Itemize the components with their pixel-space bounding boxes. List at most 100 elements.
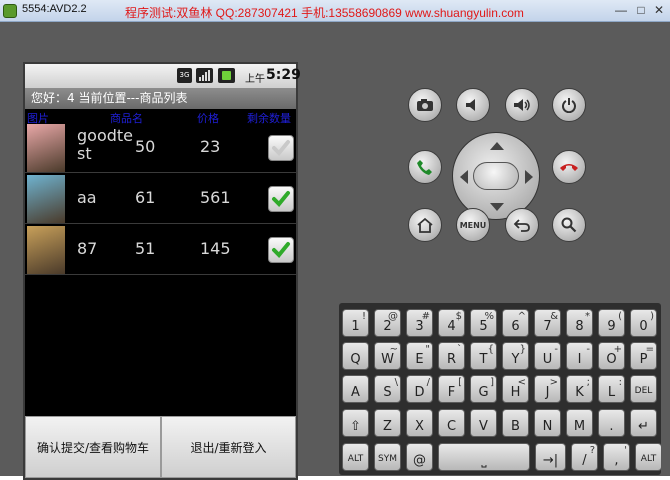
key-label: C: [446, 419, 457, 434]
key-l[interactable]: L:: [598, 375, 625, 403]
key-5[interactable]: 5%: [470, 309, 497, 337]
key-alt-label: ?: [589, 445, 595, 456]
key-8[interactable]: 8 *: [566, 309, 593, 337]
key-alt[interactable]: ALT: [635, 443, 662, 471]
key-x[interactable]: X: [406, 409, 433, 437]
key-label: SYM: [378, 454, 397, 464]
camera-button[interactable]: [408, 88, 442, 122]
volume-up-button[interactable]: [505, 88, 539, 122]
close-window-button[interactable]: ✕: [650, 2, 668, 18]
select-checkbox[interactable]: [268, 237, 294, 263]
key-r[interactable]: R `: [438, 342, 465, 370]
key-alt-label: $: [455, 311, 462, 322]
key-u[interactable]: U-: [534, 342, 561, 370]
product-row[interactable]: 87 51 145: [25, 225, 296, 275]
status-ampm: 上午: [245, 74, 265, 85]
menu-button[interactable]: MENU: [456, 208, 490, 242]
phone-call-icon: [417, 160, 432, 175]
back-button[interactable]: [505, 208, 539, 242]
call-button[interactable]: [408, 150, 442, 184]
key-c[interactable]: C: [438, 409, 465, 437]
dpad-up-arrow-icon[interactable]: [490, 142, 504, 150]
key-i[interactable]: I-: [566, 342, 593, 370]
volume-down-icon: [466, 99, 475, 111]
key-d[interactable]: D /: [406, 375, 433, 403]
product-row[interactable]: goodte st 50 23: [25, 123, 296, 173]
dpad-down-arrow-icon[interactable]: [490, 203, 504, 211]
product-price: 145: [200, 239, 231, 258]
key-space[interactable]: ⎵: [438, 443, 530, 471]
home-button[interactable]: [408, 208, 442, 242]
key-sym[interactable]: SYM: [374, 443, 401, 471]
search-button[interactable]: [552, 208, 586, 242]
select-checkbox[interactable]: [268, 186, 294, 212]
checkmark-icon: [272, 140, 290, 156]
key-p[interactable]: P =: [630, 342, 657, 370]
key-symbol[interactable]: .: [598, 409, 625, 437]
key-symbol[interactable]: , ': [603, 443, 630, 471]
key-tab[interactable]: →|: [535, 443, 566, 471]
key-2[interactable]: 2 @: [374, 309, 401, 337]
key-q[interactable]: Q: [342, 342, 369, 370]
key-z[interactable]: Z: [374, 409, 401, 437]
key-b[interactable]: B: [502, 409, 529, 437]
dpad-right-arrow-icon[interactable]: [525, 170, 533, 184]
key-label: A: [351, 385, 360, 400]
volume-up-icon: [514, 99, 530, 111]
key-n[interactable]: N: [534, 409, 561, 437]
product-row[interactable]: aa 61 561: [25, 174, 296, 224]
key-t[interactable]: T{: [470, 342, 497, 370]
key-m[interactable]: M: [566, 409, 593, 437]
key-h[interactable]: H <: [502, 375, 529, 403]
key-0[interactable]: 0): [630, 309, 657, 337]
confirm-cart-button[interactable]: 确认提交/查看购物车: [25, 416, 161, 478]
dpad-center-button[interactable]: [473, 162, 519, 190]
minimize-button[interactable]: —: [612, 2, 630, 18]
home-icon: [417, 217, 433, 233]
key-7[interactable]: 7 &: [534, 309, 561, 337]
power-button[interactable]: [552, 88, 586, 122]
maximize-button[interactable]: □: [632, 2, 650, 18]
logout-button[interactable]: 退出/重新登入: [161, 416, 296, 478]
product-name: goodte st: [77, 126, 134, 163]
key-g[interactable]: G]: [470, 375, 497, 403]
key-k[interactable]: K;: [566, 375, 593, 403]
key-y[interactable]: Y}: [502, 342, 529, 370]
product-price: 561: [200, 188, 231, 207]
key-alt-label: ^: [517, 311, 526, 322]
select-checkbox[interactable]: [268, 135, 294, 161]
back-arrow-icon: [513, 219, 530, 232]
product-price: 23: [200, 137, 221, 156]
key-shift[interactable]: ⇧: [342, 409, 369, 437]
key-symbol[interactable]: /?: [571, 443, 598, 471]
volume-down-button[interactable]: [456, 88, 490, 122]
key-o[interactable]: O +: [598, 342, 625, 370]
key-alt-label: *: [585, 311, 590, 322]
checkmark-icon: [272, 242, 290, 258]
product-thumbnail: [27, 124, 65, 172]
key-1[interactable]: 1!: [342, 309, 369, 337]
key-f[interactable]: F[: [438, 375, 465, 403]
dpad-left-arrow-icon[interactable]: [460, 170, 468, 184]
key-del[interactable]: DEL: [630, 375, 657, 403]
key-j[interactable]: J >: [534, 375, 561, 403]
key-e[interactable]: E ": [406, 342, 433, 370]
key-3[interactable]: 3 #: [406, 309, 433, 337]
key-6[interactable]: 6 ^: [502, 309, 529, 337]
key-symbol[interactable]: @: [406, 443, 433, 471]
key-w[interactable]: W ~: [374, 342, 401, 370]
key-alt-label: =: [645, 344, 654, 355]
key-enter[interactable]: ↵: [630, 409, 657, 437]
end-call-button[interactable]: [552, 150, 586, 184]
key-4[interactable]: 4 $: [438, 309, 465, 337]
key-s[interactable]: S \: [374, 375, 401, 403]
key-a[interactable]: A: [342, 375, 369, 403]
key-alt-label: ]: [490, 377, 494, 388]
key-alt-label: {: [487, 344, 494, 355]
key-9[interactable]: 9(: [598, 309, 625, 337]
key-alt[interactable]: ALT: [342, 443, 369, 471]
dpad[interactable]: [452, 132, 540, 220]
key-v[interactable]: V: [470, 409, 497, 437]
key-alt-label: >: [549, 377, 558, 388]
key-alt-label: \: [394, 377, 398, 388]
